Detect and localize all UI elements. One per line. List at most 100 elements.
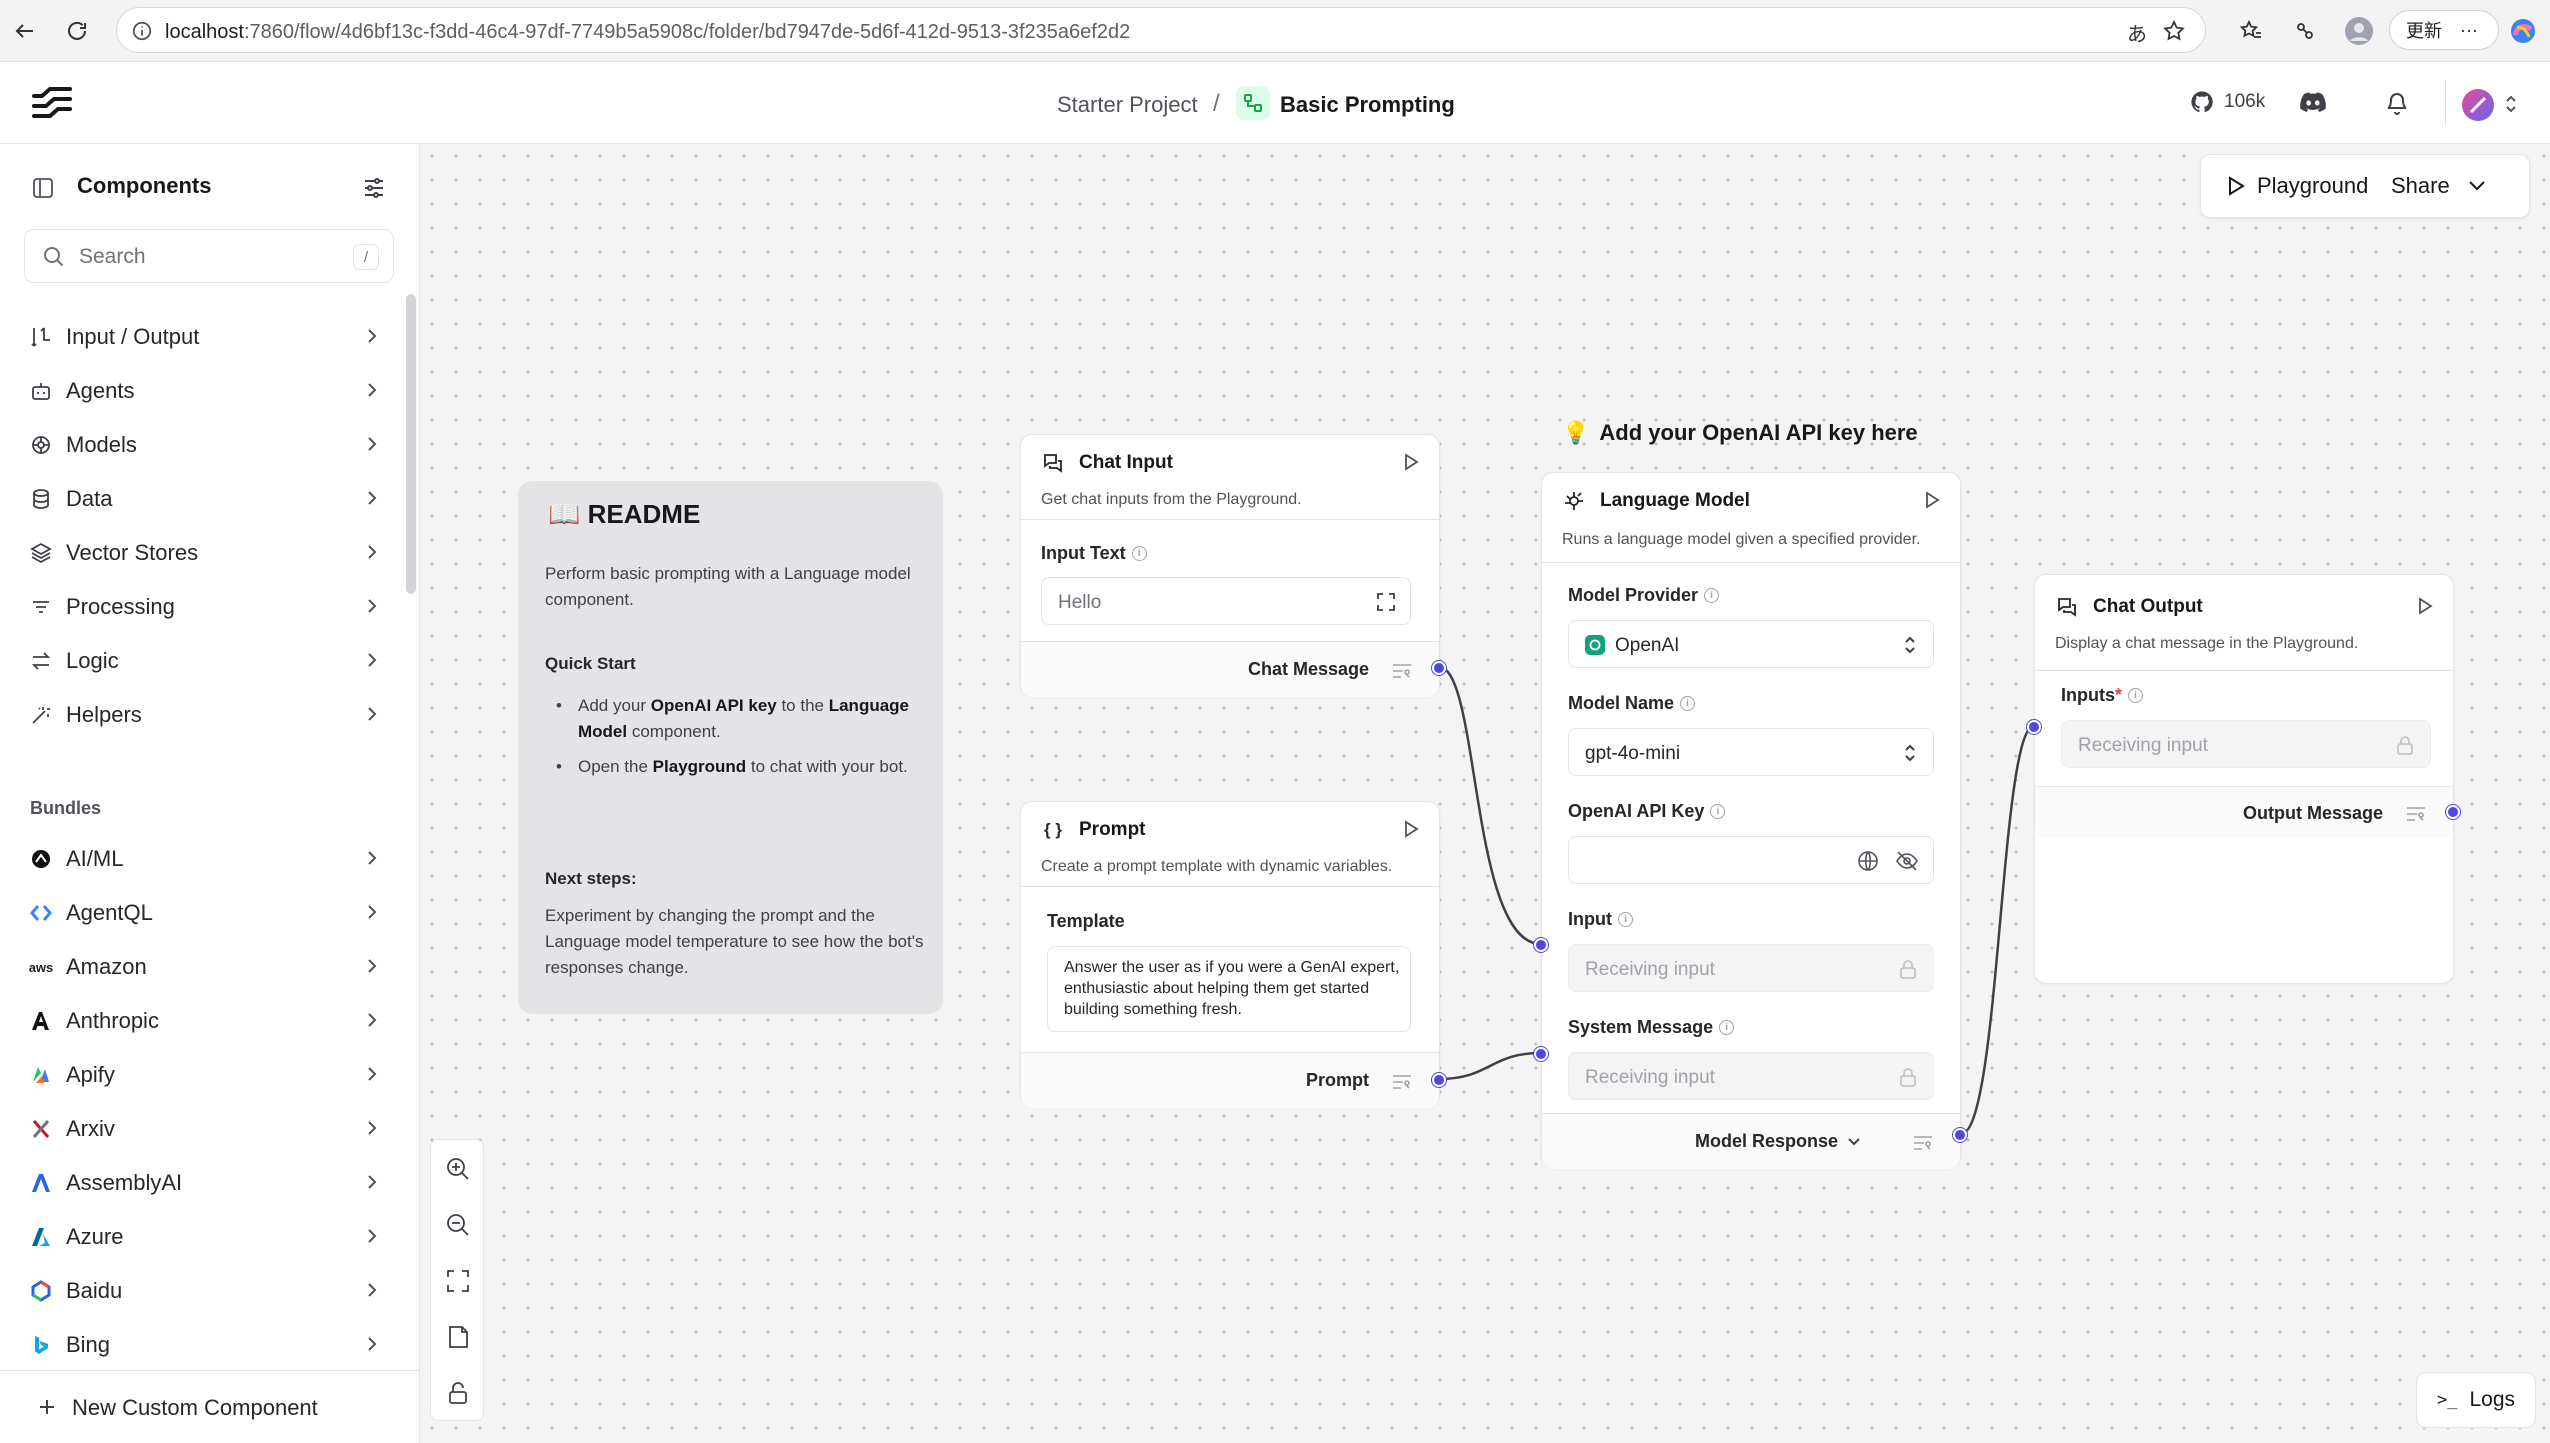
update-button[interactable]: 更新 ··· [2389,10,2499,50]
inspect-output-icon[interactable] [1391,1073,1413,1091]
logs-label: Logs [2469,1388,2516,1411]
sidebar-item-agentql[interactable]: AgentQL [0,887,400,937]
user-avatar[interactable] [2461,88,2495,122]
address-bar[interactable]: localhost:7860/flow/4d6bf13c-f3dd-46c4-9… [116,7,2206,53]
sidebar-item-agents[interactable]: Agents [0,365,400,415]
filter-settings-icon[interactable] [362,176,386,200]
extensions-icon[interactable] [2288,14,2322,48]
apify-logo-icon [28,1062,54,1088]
inspect-output-icon[interactable] [2405,805,2427,823]
sidebar-item-baidu[interactable]: Baidu [0,1265,400,1315]
zoom-out-icon[interactable] [445,1212,471,1238]
system-message-handle[interactable] [1534,1047,1548,1061]
site-info-icon[interactable] [131,20,153,42]
info-icon: i [1719,1020,1735,1035]
bookmark-star-icon[interactable] [2162,19,2186,43]
api-key-input[interactable] [1568,836,1934,884]
eye-off-icon[interactable] [1895,850,1919,872]
sidebar-item-amazon[interactable]: aws Amazon [0,941,400,991]
translate-icon[interactable]: あ [2127,18,2147,47]
prompt-node[interactable]: { } Prompt Create a prompt template with… [1020,801,1446,1108]
prompt-output-handle[interactable] [1432,1073,1446,1087]
readme-note[interactable]: 📖 README Perform basic prompting with a … [518,481,943,1014]
globe-icon[interactable] [1857,850,1879,872]
edge-language-model-to-chat-output[interactable] [1960,724,2035,1136]
edge-prompt-to-language-model[interactable] [1438,1051,1542,1081]
sidebar-item-apify[interactable]: Apify [0,1049,400,1099]
inspect-output-icon[interactable] [1912,1134,1934,1152]
node-output-row: Chat Message [1021,641,1439,697]
sidebar-item-assemblyai[interactable]: AssemblyAI [0,1157,400,1207]
sidebar-item-label: Data [66,486,113,511]
output-message-handle[interactable] [2446,805,2460,819]
model-response-output-handle[interactable] [1953,1128,1967,1142]
run-node-icon[interactable] [1401,819,1421,839]
share-button[interactable]: Share [2391,173,2486,199]
copilot-icon[interactable] [2506,14,2540,48]
chevron-down-icon [1848,1137,1860,1145]
discord-icon[interactable] [2300,92,2326,112]
inputs-handle[interactable] [2027,720,2041,734]
new-custom-component-button[interactable]: New Custom Component [0,1370,419,1443]
sidebar-item-processing[interactable]: Processing [0,581,400,631]
unlock-icon[interactable] [445,1380,471,1406]
template-label: Template [1047,911,1125,931]
sidebar-item-models[interactable]: Models [0,419,400,469]
chat-message-output-handle[interactable] [1432,661,1446,675]
sidebar-item-anthropic[interactable]: Anthropic [0,995,400,1045]
model-response-output-selector[interactable]: Model Response [1695,1131,1860,1152]
sidebar-item-data[interactable]: Data [0,473,400,523]
chevron-right-icon [368,653,377,667]
sidebar-item-azure[interactable]: Azure [0,1211,400,1261]
add-note-icon[interactable] [445,1324,471,1350]
readme-title: 📖 README [548,499,701,529]
sidebar-toggle-icon[interactable] [32,177,54,199]
run-node-icon[interactable] [2415,596,2435,616]
reload-icon[interactable] [60,14,94,48]
notifications-bell-icon[interactable] [2385,90,2409,116]
expand-icon[interactable] [1376,592,1396,612]
langflow-logo-icon[interactable] [32,86,72,120]
input-text-field[interactable]: Hello [1041,577,1411,625]
inspect-output-icon[interactable] [1391,662,1413,680]
share-label: Share [2391,173,2450,198]
profile-avatar[interactable] [2342,14,2376,48]
chat-output-node[interactable]: Chat Output Display a chat message in th… [2027,574,2460,984]
lock-icon [1900,960,1916,979]
sidebar-item-aiml[interactable]: AI/ML [0,833,400,883]
chat-input-node[interactable]: Chat Input Get chat inputs from the Play… [1020,434,1446,697]
favorites-icon[interactable] [2234,14,2268,48]
sidebar-item-vector-stores[interactable]: Vector Stores [0,527,400,577]
back-icon[interactable] [8,14,42,48]
model-name-select[interactable]: gpt-4o-mini [1568,728,1934,776]
input-handle[interactable] [1534,938,1548,952]
zoom-in-icon[interactable] [445,1156,471,1182]
sidebar-scrollbar[interactable] [406,294,416,594]
search-input[interactable]: Search / [24,229,394,283]
sidebar-item-bing[interactable]: Bing [0,1319,400,1369]
sidebar-item-helpers[interactable]: Helpers [0,689,400,739]
sidebar-item-arxiv[interactable]: Arxiv [0,1103,400,1153]
run-node-icon[interactable] [1922,490,1942,510]
playground-button[interactable]: Playground [2227,173,2368,199]
model-provider-select[interactable]: OpenAI [1568,620,1934,668]
template-field[interactable]: Answer the user as if you were a GenAI e… [1047,946,1411,1032]
breadcrumb-project[interactable]: Starter Project [1057,92,1198,118]
sidebar-item-input-output[interactable]: Input / Output [0,311,400,361]
fit-view-icon[interactable] [445,1268,471,1294]
node-description: Runs a language model given a specified … [1562,531,1921,548]
logs-button[interactable]: >_ Logs [2416,1372,2536,1428]
language-model-node[interactable]: Language Model Runs a language model giv… [1534,472,1967,1169]
node-description: Get chat inputs from the Playground. [1041,491,1302,508]
run-node-icon[interactable] [1401,452,1421,472]
flow-name[interactable]: Basic Prompting [1280,92,1455,118]
user-menu-chevron-icon[interactable] [2504,94,2518,114]
edge-chat-input-to-language-model[interactable] [1438,665,1542,946]
api-key-note[interactable]: 💡 Add your OpenAI API key here [1562,420,1918,446]
flow-icon [1236,86,1270,120]
terminal-icon: >_ [2436,1390,2458,1410]
more-menu-icon[interactable]: ··· [2460,20,2478,41]
github-stars-button[interactable]: 106k [2190,90,2265,114]
sidebar-item-logic[interactable]: Logic [0,635,400,685]
flow-canvas[interactable]: Playground Share 📖 README Perform basic … [420,144,2550,1443]
